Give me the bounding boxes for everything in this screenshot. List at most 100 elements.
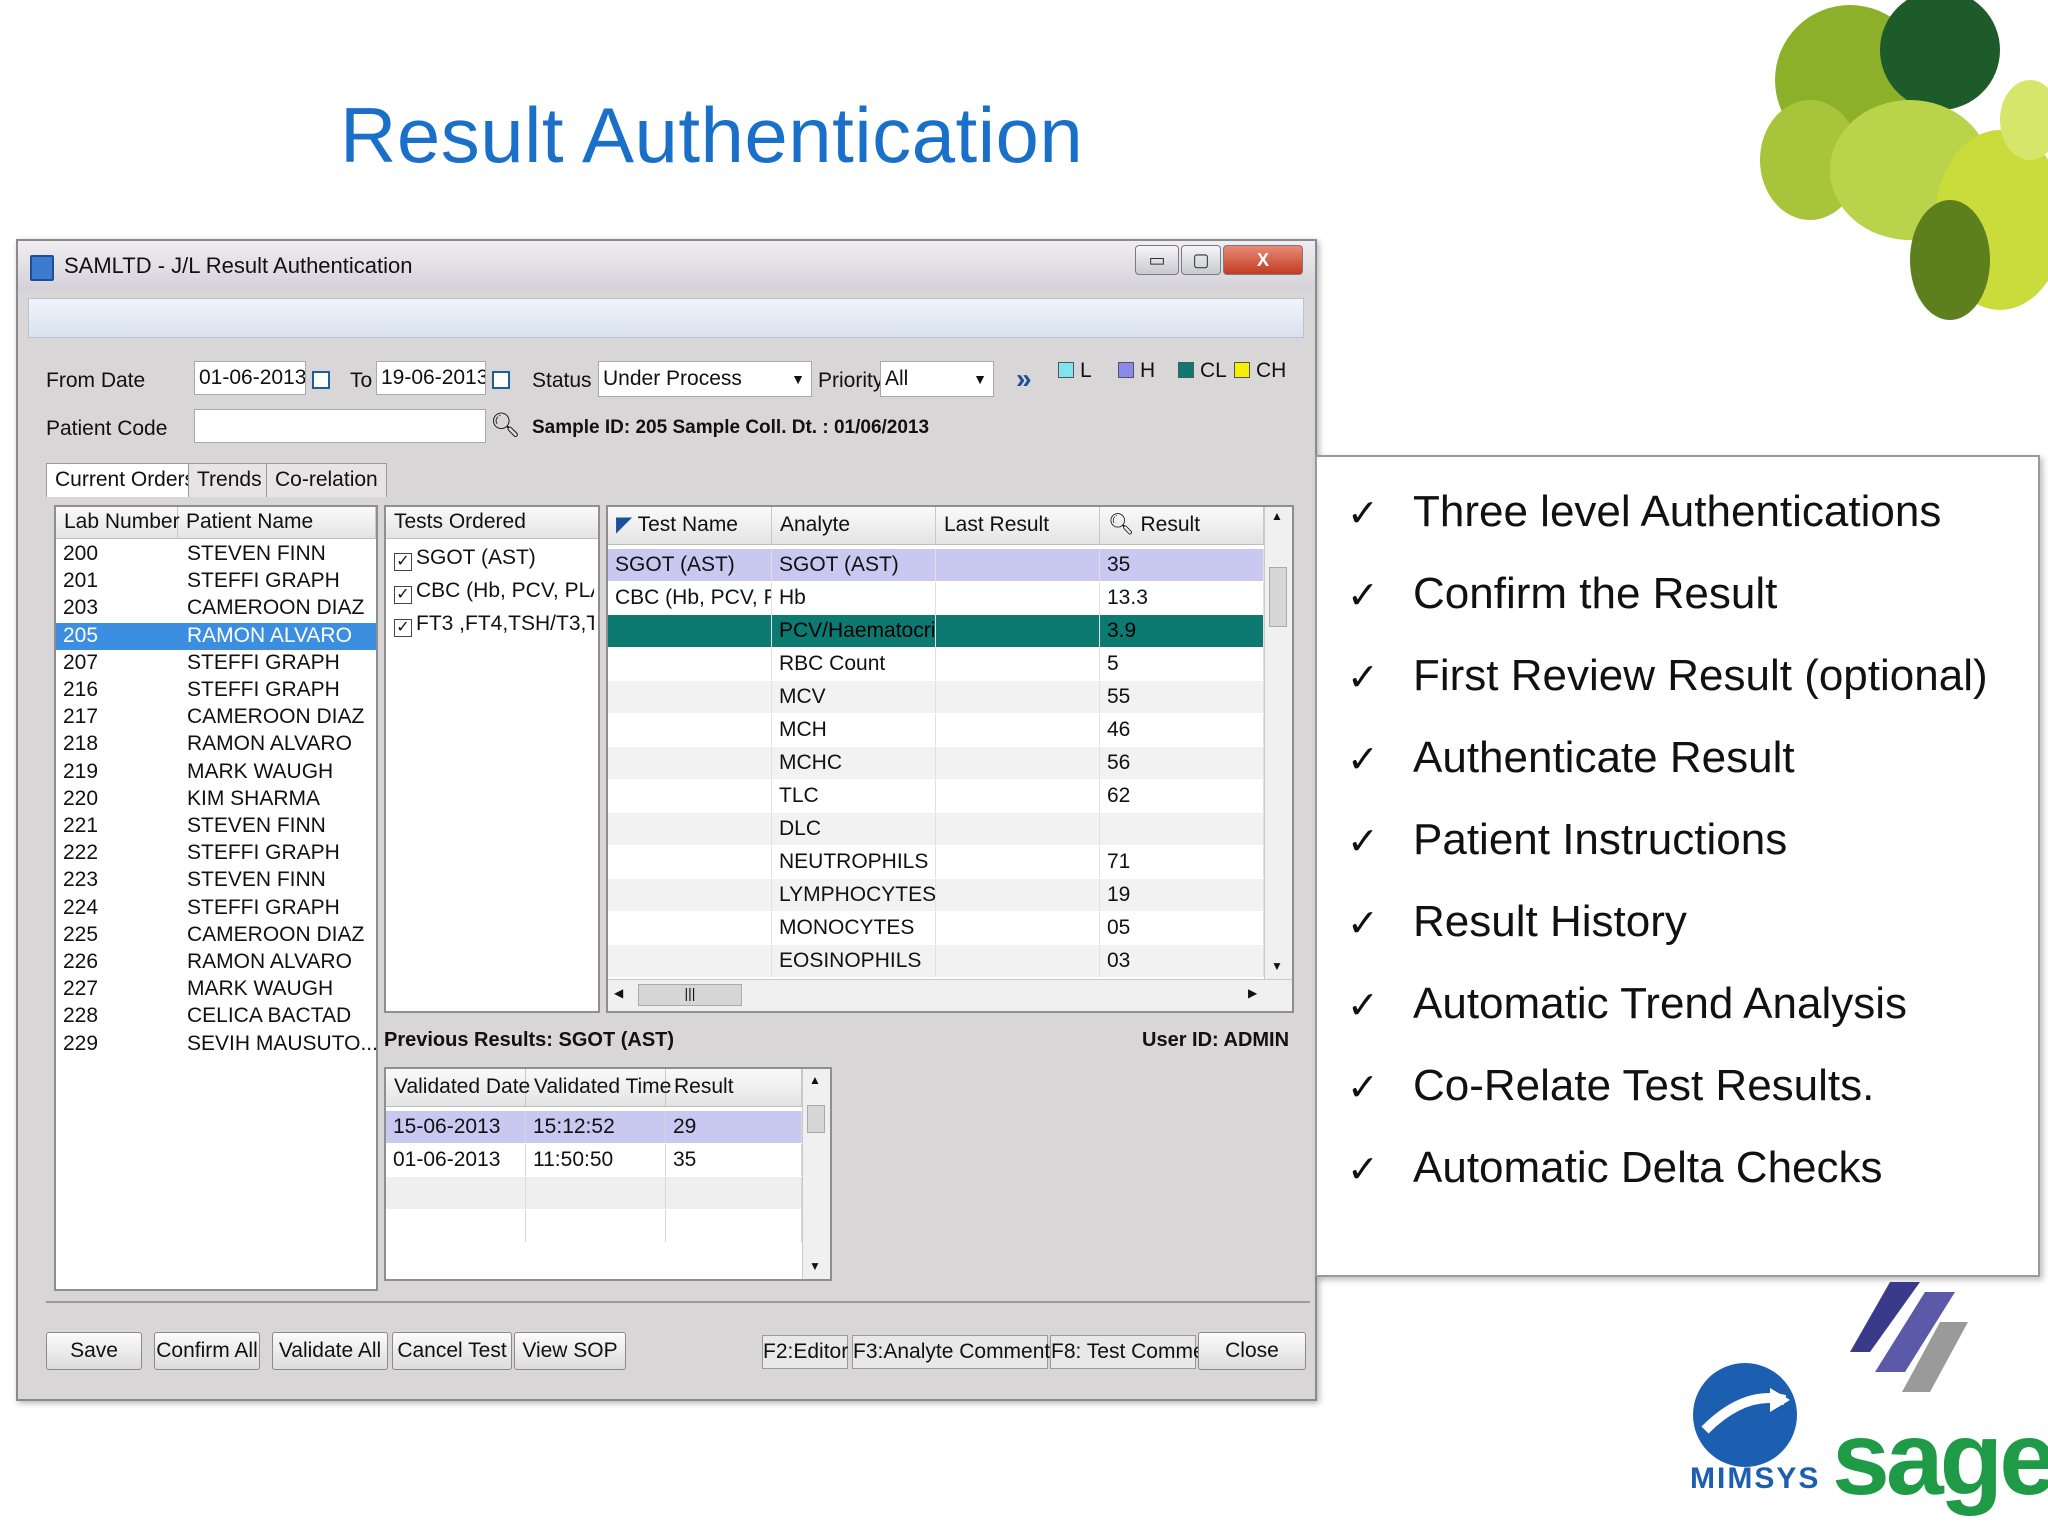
feature-text: Automatic Trend Analysis bbox=[1413, 979, 1908, 1028]
app-icon bbox=[30, 255, 54, 281]
save-button[interactable]: Save bbox=[46, 1332, 142, 1370]
status-label: Status bbox=[532, 369, 592, 392]
previous-result-row[interactable] bbox=[386, 1177, 802, 1209]
test-ordered-item[interactable]: ✓FT3 ,FT4,TSH/T3,T... bbox=[394, 611, 594, 638]
list-item[interactable]: 207 STEFFI GRAPH bbox=[56, 650, 376, 677]
feature-text: Automatic Delta Checks bbox=[1413, 1143, 1883, 1192]
close-window-button[interactable]: X bbox=[1223, 245, 1303, 275]
checkmark-icon: ✓ bbox=[1347, 821, 1379, 863]
list-item[interactable]: 229 SEVIH MAUSUTO... bbox=[56, 1031, 376, 1058]
list-item[interactable]: 220 KIM SHARMA bbox=[56, 786, 376, 813]
priority-select[interactable]: All ▼ bbox=[880, 361, 994, 397]
result-cell-last bbox=[936, 714, 1100, 746]
horizontal-scroll-thumb[interactable]: ||| bbox=[638, 984, 742, 1006]
list-item[interactable]: 216 STEFFI GRAPH bbox=[56, 677, 376, 704]
list-item[interactable]: 224 STEFFI GRAPH bbox=[56, 895, 376, 922]
result-row[interactable]: MCV 55 bbox=[608, 681, 1264, 713]
result-row[interactable]: MONOCYTES 05 bbox=[608, 912, 1264, 944]
checkbox[interactable]: ✓ bbox=[394, 586, 412, 604]
minimize-button[interactable]: ▭ bbox=[1135, 245, 1179, 275]
search-icon[interactable]: 🔍︎ bbox=[490, 411, 520, 440]
scroll-right-arrow-icon[interactable]: ▶ bbox=[1248, 986, 1257, 1000]
column-header-patient-name[interactable]: Patient Name bbox=[178, 507, 376, 538]
column-header-validated-time[interactable]: Validated Time bbox=[526, 1069, 671, 1106]
result-row[interactable]: LYMPHOCYTES 19 bbox=[608, 879, 1264, 911]
column-header-analyte[interactable]: Analyte bbox=[772, 507, 936, 544]
result-row[interactable]: DLC bbox=[608, 813, 1264, 845]
previous-result-row[interactable] bbox=[386, 1210, 802, 1242]
cancel-test-button[interactable]: Cancel Test bbox=[392, 1332, 512, 1370]
result-row[interactable]: MCH 46 bbox=[608, 714, 1264, 746]
column-header-prev-result[interactable]: Result bbox=[666, 1069, 802, 1106]
checkbox[interactable]: ✓ bbox=[394, 553, 412, 571]
confirm-all-button[interactable]: Confirm All bbox=[154, 1332, 260, 1370]
result-row[interactable]: TLC 62 bbox=[608, 780, 1264, 812]
tab-trends[interactable]: Trends bbox=[188, 463, 271, 497]
result-cell-analyte: RBC Count bbox=[772, 648, 936, 680]
mimsys-logo-icon bbox=[1693, 1363, 1797, 1467]
list-item[interactable]: 226 RAMON ALVARO bbox=[56, 949, 376, 976]
scroll-down-arrow-icon[interactable]: ▼ bbox=[1271, 959, 1283, 973]
close-button[interactable]: Close bbox=[1198, 1332, 1306, 1370]
test-ordered-item[interactable]: ✓CBC (Hb, PCV, PLA... bbox=[394, 578, 594, 605]
f8-test-comment-button[interactable]: F8: Test Comment bbox=[1050, 1335, 1222, 1369]
maximize-button[interactable]: ▢ bbox=[1181, 245, 1221, 275]
list-item[interactable]: 201 STEFFI GRAPH bbox=[56, 568, 376, 595]
checkbox[interactable]: ✓ bbox=[394, 619, 412, 637]
scroll-thumb[interactable] bbox=[1269, 567, 1287, 627]
result-row[interactable]: NEUTROPHILS 71 bbox=[608, 846, 1264, 878]
lab-number: 219 bbox=[63, 759, 99, 783]
column-header-validated-date[interactable]: Validated Date bbox=[386, 1069, 530, 1106]
previous-vertical-scrollbar[interactable]: ▲ ▼ bbox=[802, 1069, 830, 1279]
results-horizontal-scrollbar[interactable]: ◀ ||| ▶ bbox=[608, 979, 1292, 1011]
scroll-up-arrow-icon[interactable]: ▲ bbox=[1271, 509, 1283, 523]
previous-result-row[interactable]: 01-06-2013 11:50:50 35 bbox=[386, 1144, 802, 1176]
result-row[interactable]: MCHC 56 bbox=[608, 747, 1264, 779]
test-ordered-item[interactable]: ✓ SGOT (AST) bbox=[394, 545, 594, 572]
column-header-result[interactable]: 🔍︎ Result bbox=[1100, 507, 1264, 544]
list-item[interactable]: 227 MARK WAUGH bbox=[56, 976, 376, 1003]
view-sop-button[interactable]: View SOP bbox=[514, 1332, 626, 1370]
list-item[interactable]: 228 CELICA BACTAD bbox=[56, 1003, 376, 1030]
double-chevron-right-icon[interactable]: » bbox=[1016, 363, 1032, 395]
scroll-thumb[interactable] bbox=[807, 1105, 825, 1133]
scroll-down-arrow-icon[interactable]: ▼ bbox=[809, 1259, 821, 1273]
result-row[interactable]: PCV/Haematocrit 3.9 bbox=[608, 615, 1264, 647]
column-header-last-result[interactable]: Last Result bbox=[936, 507, 1100, 544]
list-item[interactable]: 225 CAMEROON DIAZ bbox=[56, 922, 376, 949]
tab-current-orders[interactable]: Current Orders bbox=[46, 463, 205, 497]
list-item[interactable]: 200 STEVEN FINN bbox=[56, 541, 376, 568]
scroll-left-arrow-icon[interactable]: ◀ bbox=[614, 986, 623, 1000]
f2-editor-button[interactable]: F2:Editor bbox=[762, 1335, 848, 1369]
status-select[interactable]: Under Process ▼ bbox=[598, 361, 812, 397]
f3-analyte-comments-button[interactable]: F3:Analyte Comments bbox=[852, 1335, 1061, 1369]
result-cell-result: 62 bbox=[1100, 780, 1264, 812]
result-cell-result: 13.3 bbox=[1100, 582, 1264, 614]
column-header-lab-number[interactable]: Lab Number bbox=[56, 507, 180, 538]
from-date-field[interactable]: 01-06-2013 bbox=[194, 361, 306, 395]
result-row[interactable]: RBC Count 5 bbox=[608, 648, 1264, 680]
list-item[interactable]: 203 CAMEROON DIAZ bbox=[56, 595, 376, 622]
scroll-up-arrow-icon[interactable]: ▲ bbox=[809, 1073, 821, 1087]
validate-all-button[interactable]: Validate All bbox=[272, 1332, 388, 1370]
results-vertical-scrollbar[interactable]: ▲ ▼ bbox=[1264, 507, 1292, 979]
list-item[interactable]: 217 CAMEROON DIAZ bbox=[56, 704, 376, 731]
column-header-test-name[interactable]: ◤ Test Name bbox=[608, 507, 772, 544]
to-date-field[interactable]: 19-06-2013 bbox=[376, 361, 486, 395]
tab-co-relation[interactable]: Co-relation bbox=[266, 463, 387, 497]
list-item[interactable]: 221 STEVEN FINN bbox=[56, 813, 376, 840]
list-item[interactable]: 222 STEFFI GRAPH bbox=[56, 840, 376, 867]
from-date-calendar-icon[interactable] bbox=[312, 371, 330, 389]
list-item[interactable]: 205 RAMON ALVARO bbox=[56, 622, 376, 650]
list-item[interactable]: 219 MARK WAUGH bbox=[56, 759, 376, 786]
result-row[interactable]: EOSINOPHILS 03 bbox=[608, 945, 1264, 977]
to-date-calendar-icon[interactable] bbox=[492, 371, 510, 389]
result-row[interactable]: CBC (Hb, PCV, P...Hb 13.3 bbox=[608, 582, 1264, 614]
result-row[interactable]: SGOT (AST) SGOT (AST) 35 bbox=[608, 549, 1264, 581]
list-item[interactable]: 218 RAMON ALVARO bbox=[56, 731, 376, 758]
result-cell-test bbox=[608, 945, 772, 977]
list-item[interactable]: 223 STEVEN FINN bbox=[56, 867, 376, 894]
patient-code-field[interactable] bbox=[194, 409, 486, 443]
previous-result-row[interactable]: 15-06-2013 15:12:52 29 bbox=[386, 1111, 802, 1143]
result-cell-analyte: MCV bbox=[772, 681, 936, 713]
